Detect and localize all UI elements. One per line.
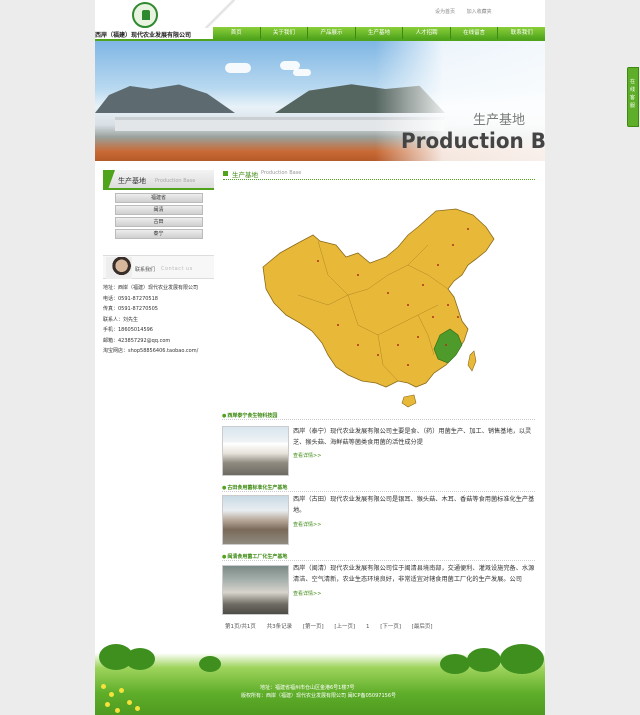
taiwan-shape (467, 350, 477, 372)
pager-current[interactable]: 1 (366, 624, 370, 630)
flower (119, 688, 124, 693)
header-divider (205, 0, 235, 28)
sidebar-item-minqing[interactable]: 闽清 (114, 205, 203, 215)
pager-page-info: 第1页/共1页 (225, 624, 256, 630)
sidebar-list: 福建省 闽清 古田 泰宁 (103, 191, 214, 241)
product-title[interactable]: 古田食用菌标准化生产基地 (222, 484, 535, 492)
contact-fax: 传真：0591-87270505 (103, 306, 158, 312)
add-favorite-link[interactable]: 加入收藏夹 (467, 9, 492, 15)
product-description: 西岸（闽清）现代农业发展有限公司位于闽清县境南部，交通便利、灌溉设施完备、水源清… (293, 565, 535, 583)
footer-address: 地址：福建省福州市仓山区金港6号1楼7号 (260, 685, 355, 691)
sidebar-item-gutian[interactable]: 古田 (114, 217, 203, 227)
sidebar-item-taining[interactable]: 泰宁 (114, 229, 203, 239)
contact-header: 联系我们 Contact us (103, 255, 214, 279)
contact-person: 联系人：刘先生 (103, 316, 139, 323)
nav-item-products[interactable]: 产品展示 (308, 27, 356, 39)
nav-item-message[interactable]: 在线留言 (451, 27, 499, 39)
product-image[interactable] (222, 495, 289, 545)
page-container: 设为首页 加入收藏夹 西岸（福建）现代农业发展有限公司 首页 关于我们 产品展示… (95, 0, 545, 715)
pager-record-count: 共3条记录 (266, 624, 293, 630)
company-name: 西岸（福建）现代农业发展有限公司 (95, 32, 192, 39)
contact-title-en: Contact us (161, 266, 193, 272)
mountain (95, 84, 235, 113)
flower (127, 700, 132, 705)
footer-copyright: 版权所有：西岸（福建）现代农业发展有限公司 闽ICP备05097156号 (241, 693, 397, 699)
sidebar-header-icon (103, 170, 115, 190)
flower (105, 702, 110, 707)
banner: 生产基地 Production Base (95, 41, 545, 161)
product-image[interactable] (222, 565, 289, 615)
main-header-icon (223, 171, 228, 176)
logo-icon[interactable] (132, 2, 158, 28)
contact-photo (106, 257, 132, 279)
product-more-link[interactable]: 查看详情>> (293, 521, 321, 528)
tree (199, 656, 221, 672)
cloud (225, 63, 251, 73)
sidebar-title: 生产基地 (118, 177, 146, 185)
contact-taobao[interactable]: 淘宝网店：shop58856406.taobao.com/ (103, 346, 218, 357)
banner-title-en: Production Base (401, 129, 545, 153)
pager-last[interactable]: [最后页] (412, 624, 433, 630)
pagination: 第1页/共1页 共3条记录 [第一页] [上一页] 1 [下一页] [最后页] (225, 622, 442, 630)
china-map (262, 208, 495, 408)
nav-item-contact[interactable]: 联系我们 (498, 27, 545, 39)
nav-item-recruitment[interactable]: 人才招聘 (403, 27, 451, 39)
contact-address: 地址：西岸（福建）现代农业发展有限公司 (103, 285, 199, 291)
set-homepage-link[interactable]: 设为首页 (435, 9, 455, 15)
flower (101, 684, 106, 689)
header: 设为首页 加入收藏夹 (95, 0, 545, 28)
product-description: 西岸（古田）现代农业发展有限公司是银耳、猴头菇、木耳、香菇等食用菌标准化生产基地… (293, 496, 535, 514)
banner-title-cn: 生产基地 (473, 113, 526, 128)
nav-item-production-base[interactable]: 生产基地 (356, 27, 404, 39)
sidebar-item-fujian[interactable]: 福建省 (114, 193, 203, 203)
main-subtitle: Production Base (261, 170, 302, 176)
nav-item-about[interactable]: 关于我们 (261, 27, 309, 39)
map-shape (262, 208, 495, 388)
flower (109, 692, 114, 697)
contact-info: 地址：西岸（福建）现代农业发展有限公司 电话：0591-87270518 传真：… (103, 283, 218, 357)
pager-next[interactable]: [下一页] (380, 624, 401, 630)
nav-item-home[interactable]: 首页 (213, 27, 261, 39)
main-title: 生产基地 (232, 171, 258, 179)
product-description: 西岸（泰宁）现代农业发展有限公司主要是食、（药）用菌生产、加工、销售基地，以灵芝… (293, 428, 532, 446)
side-tab-label: 在线客服 (630, 79, 636, 109)
hainan-shape (401, 394, 417, 408)
footer: 地址：福建省福州市仓山区金港6号1楼7号 版权所有：西岸（福建）现代农业发展有限… (95, 642, 545, 715)
product-title[interactable]: 西岸泰宁食生物科技园 (222, 412, 535, 420)
product-title[interactable]: 闽清食用菌工厂化生产基地 (222, 553, 535, 561)
main-header: 生产基地 Production Base (223, 168, 535, 180)
pager-prev[interactable]: [上一页] (334, 624, 355, 630)
flower (115, 708, 120, 713)
product-more-link[interactable]: 查看详情>> (293, 590, 321, 597)
main-nav: 首页 关于我们 产品展示 生产基地 人才招聘 在线留言 联系我们 (213, 27, 545, 39)
tree (467, 648, 501, 672)
flower (135, 706, 140, 711)
contact-mobile: 手机：18605014596 (103, 327, 153, 333)
tree (440, 654, 470, 674)
cloud (293, 69, 311, 76)
contact-title: 联系我们 (135, 267, 156, 273)
contact-phone: 电话：0591-87270518 (103, 295, 158, 302)
pager-first[interactable]: [第一页] (303, 624, 324, 630)
product-more-link[interactable]: 查看详情>> (293, 452, 321, 459)
tree (500, 644, 544, 674)
contact-email[interactable]: 邮箱：423857292@qq.com (103, 336, 218, 347)
tree (125, 648, 155, 670)
sidebar-header: 生产基地 Production Base (103, 170, 214, 190)
online-service-tab[interactable]: 在线客服 (627, 67, 639, 127)
product-image[interactable] (222, 426, 289, 476)
top-links: 设为首页 加入收藏夹 (435, 8, 502, 15)
sidebar-subtitle: Production Base (155, 178, 196, 184)
